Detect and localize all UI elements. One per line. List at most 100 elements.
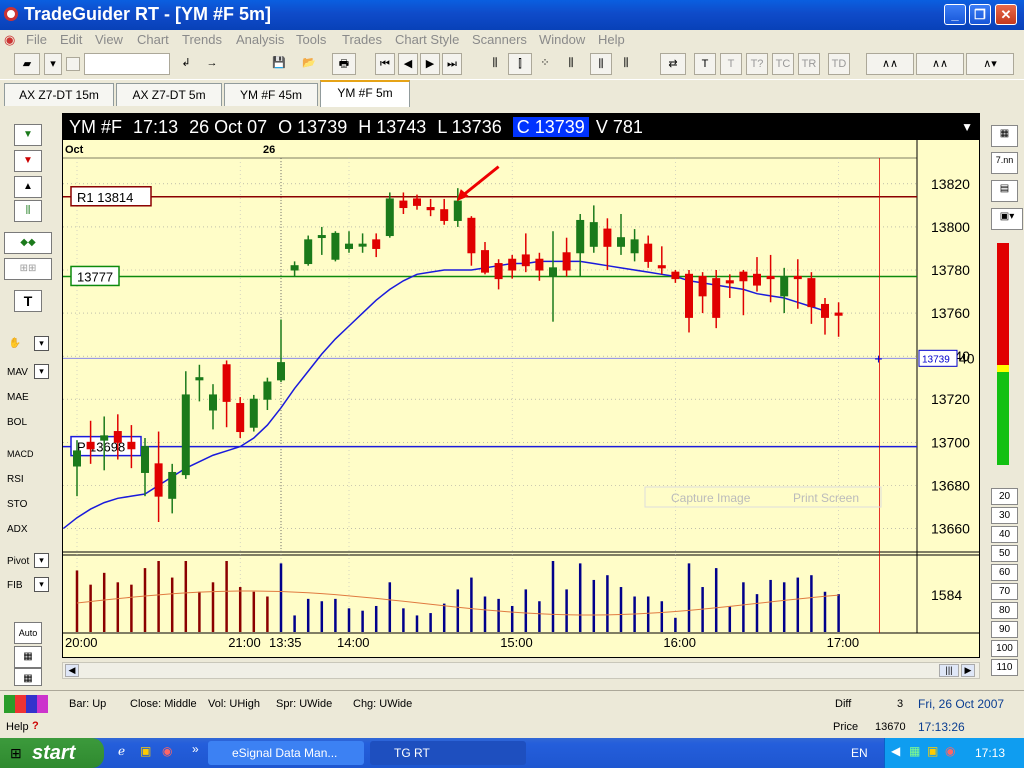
first-bar-icon[interactable]: ⏮ bbox=[375, 53, 395, 75]
scroll-right-icon[interactable]: ▶ bbox=[961, 664, 975, 677]
bars-icon[interactable]: ⫼ bbox=[14, 200, 42, 222]
pointer-dropdown[interactable]: ▾ bbox=[34, 336, 49, 351]
tray-sound-icon[interactable]: ◉ bbox=[945, 744, 955, 758]
pivot-label[interactable]: Pivot bbox=[7, 556, 29, 567]
menu-trades[interactable]: Trades bbox=[342, 32, 382, 47]
tray-network-icon[interactable]: ▦ bbox=[909, 744, 920, 758]
tray-back-icon[interactable]: ◀ bbox=[891, 744, 900, 758]
quicklaunch-app-icon[interactable]: ▣ bbox=[140, 744, 151, 758]
menu-window[interactable]: Window bbox=[539, 32, 585, 47]
zoom-in-icon[interactable]: ▼ bbox=[14, 124, 42, 146]
menu-edit[interactable]: Edit bbox=[60, 32, 82, 47]
trend-tool-3-icon[interactable]: ∧▾ bbox=[966, 53, 1014, 75]
checkbox[interactable] bbox=[66, 57, 80, 71]
tc-icon[interactable]: TC bbox=[772, 53, 794, 75]
quicklaunch-ie-icon[interactable]: ℯ bbox=[118, 744, 125, 758]
bol-label[interactable]: BOL bbox=[7, 417, 27, 428]
scroll-thumb[interactable]: ||| bbox=[939, 664, 959, 677]
scale-60-button[interactable]: 60 bbox=[991, 564, 1018, 581]
menu-view[interactable]: View bbox=[95, 32, 123, 47]
tab-ax-z7-15m[interactable]: AX Z7-DT 15m bbox=[4, 83, 114, 106]
scale-90-button[interactable]: 90 bbox=[991, 621, 1018, 638]
menu-help[interactable]: Help bbox=[598, 32, 625, 47]
help-icon[interactable]: ? bbox=[32, 720, 39, 732]
scroll-left-icon[interactable]: ◀ bbox=[65, 664, 79, 677]
pointer-icon[interactable]: ✋ bbox=[4, 334, 26, 356]
last-bar-icon[interactable]: ⏭ bbox=[442, 53, 462, 75]
scale-40-button[interactable]: 40 bbox=[991, 526, 1018, 543]
quicklaunch-more-icon[interactable]: » bbox=[192, 742, 199, 756]
dot-chart-icon[interactable]: ⁘ bbox=[534, 53, 556, 75]
mae-label[interactable]: MAE bbox=[7, 392, 29, 403]
save-icon[interactable]: 💾 bbox=[268, 53, 290, 75]
menu-file[interactable]: File bbox=[26, 32, 47, 47]
rsi-label[interactable]: RSI bbox=[7, 474, 24, 485]
dropdown-arrow-icon[interactable]: ▾ bbox=[44, 53, 62, 75]
menu-chart-style[interactable]: Chart Style bbox=[395, 32, 459, 47]
tab-ym-45m[interactable]: YM #F 45m bbox=[224, 83, 318, 106]
macd-label[interactable]: MACD bbox=[7, 449, 34, 459]
auto-button[interactable]: Auto bbox=[14, 622, 42, 644]
scale-20-button[interactable]: 20 bbox=[991, 488, 1018, 505]
td-icon[interactable]: TD bbox=[828, 53, 850, 75]
mav-label[interactable]: MAV bbox=[7, 367, 28, 378]
print-icon[interactable]: 🖶 bbox=[332, 53, 356, 75]
zoom-fit-icon[interactable]: ▼ bbox=[14, 150, 42, 172]
menu-tools[interactable]: Tools bbox=[296, 32, 326, 47]
open-folder-icon[interactable]: ▰ bbox=[14, 53, 40, 75]
task-tgrt[interactable]: TG RT bbox=[370, 741, 526, 765]
menu-scanners[interactable]: Scanners bbox=[472, 32, 527, 47]
symbol-input[interactable] bbox=[84, 53, 170, 75]
menu-analysis[interactable]: Analysis bbox=[236, 32, 284, 47]
header-menu-arrow[interactable]: ▼ bbox=[961, 114, 973, 140]
fib-label[interactable]: FIB bbox=[7, 580, 23, 591]
minimize-button[interactable]: _ bbox=[944, 4, 966, 25]
text-button[interactable]: T bbox=[14, 290, 42, 312]
chart-window[interactable]: YM #F 17:13 26 Oct 07 O 13739 H 13743 L … bbox=[62, 113, 980, 658]
menu-chart[interactable]: Chart bbox=[137, 32, 169, 47]
prev-bar-icon[interactable]: ◀ bbox=[398, 53, 418, 75]
tray-app-icon[interactable]: ▣ bbox=[927, 744, 938, 758]
scale-80-button[interactable]: 80 bbox=[991, 602, 1018, 619]
mav-dropdown[interactable]: ▾ bbox=[34, 364, 49, 379]
tab-ym-5m[interactable]: YM #F 5m bbox=[320, 80, 410, 107]
sto-label[interactable]: STO bbox=[7, 499, 27, 510]
scale-70-button[interactable]: 70 bbox=[991, 583, 1018, 600]
quicklaunch-media-icon[interactable]: ◉ bbox=[162, 744, 172, 758]
grid-bars-icon[interactable]: ⫼ bbox=[614, 53, 638, 75]
line-bars-icon[interactable]: ⫼ bbox=[560, 53, 582, 75]
table-2-icon[interactable]: ▦ bbox=[14, 668, 42, 686]
next-bar-icon[interactable]: ▶ bbox=[420, 53, 440, 75]
trend-tool-1-icon[interactable]: ∧∧ bbox=[866, 53, 914, 75]
indicator-icon[interactable]: ◆◆ bbox=[4, 232, 52, 254]
color-bars-icon[interactable]: ⫼ bbox=[590, 53, 612, 75]
bar-chart-icon[interactable]: ⫼ bbox=[484, 53, 506, 75]
table-icon[interactable]: ▦ bbox=[14, 646, 42, 668]
menu-trends[interactable]: Trends bbox=[182, 32, 222, 47]
candle-chart-icon[interactable]: ⫿ bbox=[508, 53, 532, 75]
pivot-dropdown[interactable]: ▾ bbox=[34, 553, 49, 568]
refresh-icon[interactable]: ⇄ bbox=[660, 53, 686, 75]
horizontal-scrollbar[interactable]: ◀ ||| ▶ bbox=[62, 662, 980, 679]
scale-110-button[interactable]: 110 bbox=[991, 659, 1018, 676]
scale-30-button[interactable]: 30 bbox=[991, 507, 1018, 524]
scale-100-button[interactable]: 100 bbox=[991, 640, 1018, 657]
copy-view-icon[interactable]: ▣▾ bbox=[991, 208, 1023, 230]
price-chart[interactable]: 1382013800137801376013740137201370013680… bbox=[63, 140, 979, 657]
close-button[interactable]: ✕ bbox=[995, 4, 1017, 25]
adx-label[interactable]: ADX bbox=[7, 524, 28, 535]
nn-button[interactable]: 7.nn bbox=[991, 152, 1018, 174]
fib-dropdown[interactable]: ▾ bbox=[34, 577, 49, 592]
text-minus-icon[interactable]: T bbox=[720, 53, 742, 75]
scale-50-button[interactable]: 50 bbox=[991, 545, 1018, 562]
grid-icon[interactable]: ⊞⊞ bbox=[4, 258, 52, 280]
text-question-icon[interactable]: T? bbox=[746, 53, 768, 75]
tr-icon[interactable]: TR bbox=[798, 53, 820, 75]
table-view-icon[interactable]: ▦ bbox=[991, 125, 1018, 147]
return-icon[interactable]: ↲ bbox=[176, 53, 196, 75]
open-icon[interactable]: 📂 bbox=[294, 53, 324, 75]
tab-ax-z7-5m[interactable]: AX Z7-DT 5m bbox=[116, 83, 222, 106]
text-tool-icon[interactable]: T bbox=[694, 53, 716, 75]
language-indicator[interactable]: EN bbox=[851, 746, 868, 760]
doc-view-icon[interactable]: ▤ bbox=[991, 180, 1018, 202]
